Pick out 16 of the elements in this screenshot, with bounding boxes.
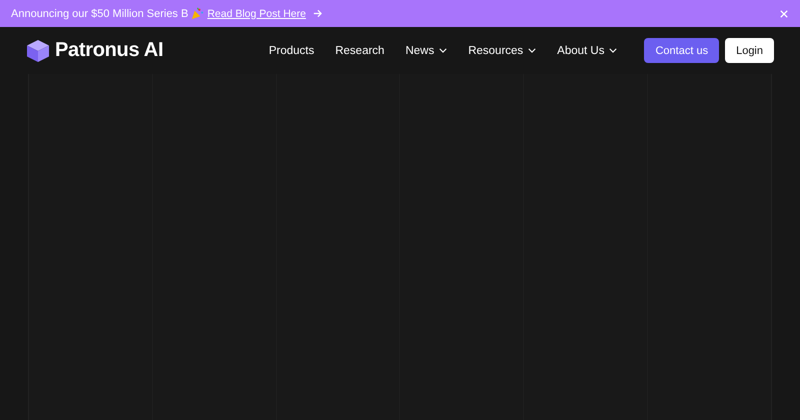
chevron-down-icon bbox=[609, 48, 618, 53]
nav-link[interactable]: About Us bbox=[557, 44, 618, 56]
nav-link[interactable]: Resources bbox=[468, 44, 536, 56]
login-button[interactable]: Login bbox=[725, 38, 774, 63]
contact-button[interactable]: Contact us bbox=[644, 38, 720, 63]
chevron-down-icon bbox=[439, 48, 448, 53]
chevron-down-icon bbox=[528, 48, 536, 53]
nav-link[interactable]: Products bbox=[268, 44, 314, 56]
announcement-text: Announcing our $50 Million Series B bbox=[11, 8, 188, 20]
party-popper-icon bbox=[191, 7, 204, 20]
brand-name: Patronus AI bbox=[55, 39, 164, 62]
nav-link[interactable]: Research bbox=[335, 44, 384, 56]
cube-logo-icon bbox=[26, 38, 50, 62]
arrow-right-icon bbox=[312, 9, 322, 18]
close-icon[interactable] bbox=[780, 10, 788, 18]
nav-link[interactable]: News bbox=[405, 44, 448, 56]
